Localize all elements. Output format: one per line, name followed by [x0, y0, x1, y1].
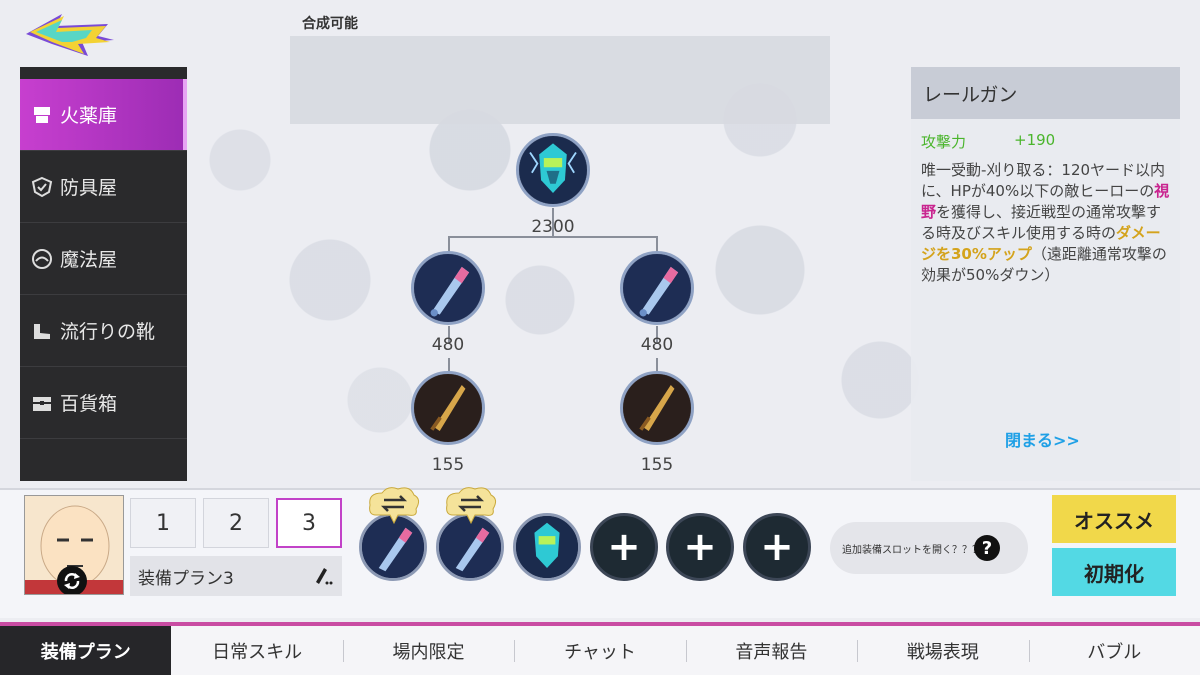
swap-icon[interactable] — [443, 485, 499, 525]
sidebar-item-armory[interactable]: 火薬庫 — [20, 79, 187, 151]
back-arrow-icon[interactable] — [22, 12, 118, 58]
armory-icon — [30, 103, 54, 127]
bat-icon[interactable] — [620, 251, 694, 325]
stat-name: 攻撃力 — [921, 133, 967, 151]
sidebar-item-magic-shop[interactable]: 魔法屋 — [20, 223, 187, 295]
sidebar-item-chest[interactable]: 百貨箱 — [20, 367, 187, 439]
item-cost: 2300 — [531, 217, 575, 237]
bat-icon[interactable] — [411, 251, 485, 325]
plus-icon: + — [607, 524, 641, 570]
sidebar-item-label: 流行りの靴 — [60, 321, 156, 343]
empty-slot[interactable]: + — [590, 513, 658, 581]
bottom-tab-bar: 装備プラン 日常スキル 場内限定 チャット 音声報告 戦場表現 バブル — [0, 622, 1200, 675]
swap-icon[interactable] — [366, 485, 422, 525]
tab-battle-expression[interactable]: 戦場表現 — [857, 626, 1028, 675]
sidebar-item-label: 魔法屋 — [60, 249, 118, 271]
tab-daily-skill[interactable]: 日常スキル — [171, 626, 342, 675]
extra-slot-text: 追加装備スロットを開く？？？？ — [842, 544, 992, 556]
help-icon[interactable]: ? — [974, 535, 1000, 561]
recommend-button[interactable]: オススメ — [1052, 495, 1176, 543]
dagger-icon[interactable] — [411, 371, 485, 445]
plus-icon: + — [760, 524, 794, 570]
tab-bubble[interactable]: バブル — [1028, 626, 1200, 675]
stat-value: +190 — [1014, 131, 1056, 149]
swap-hero-icon[interactable] — [57, 566, 87, 594]
plan-button-2[interactable]: 2 — [203, 498, 269, 548]
extra-slot-info[interactable]: 追加装備スロットを開く？？？？ ? — [830, 522, 1028, 574]
tab-voice-report[interactable]: 音声報告 — [685, 626, 857, 675]
desc-text: 唯一受動-刈り取る：120ヤード以内に、HPが40%以下の敵ヒーローの — [921, 161, 1166, 200]
reset-button[interactable]: 初期化 — [1052, 548, 1176, 596]
item-cost: 480 — [431, 335, 465, 355]
tab-chat[interactable]: チャット — [514, 626, 685, 675]
sidebar-item-armor-shop[interactable]: 防具屋 — [20, 151, 187, 223]
close-detail-link[interactable]: 閉まる>> — [1005, 427, 1080, 451]
equipped-railgun-slot[interactable] — [513, 513, 581, 581]
chest-icon — [30, 391, 54, 415]
shop-sidebar: 火薬庫 防具屋 魔法屋 流行りの靴 百貨箱 — [20, 67, 187, 481]
plus-icon: + — [683, 524, 717, 570]
compose-label: 合成可能 — [302, 16, 358, 32]
plan-name-field[interactable]: 装備プラン3 — [130, 556, 342, 596]
sidebar-item-label: 火薬庫 — [60, 105, 118, 127]
item-detail-title: レールガン — [911, 67, 1180, 119]
empty-slot[interactable]: + — [743, 513, 811, 581]
item-cost: 155 — [640, 455, 674, 475]
compose-box — [290, 36, 830, 124]
stat-row: 攻撃力 +190 — [911, 119, 1180, 152]
hero-avatar[interactable] — [24, 495, 124, 595]
edit-icon[interactable] — [312, 566, 334, 591]
item-detail-panel: レールガン 攻撃力 +190 唯一受動-刈り取る：120ヤード以内に、HPが40… — [911, 67, 1180, 481]
sidebar-item-label: 防具屋 — [60, 177, 118, 199]
plan-name: 装備プラン3 — [138, 568, 234, 589]
sidebar-item-boots[interactable]: 流行りの靴 — [20, 295, 187, 367]
empty-slot[interactable]: + — [666, 513, 734, 581]
tab-in-match[interactable]: 場内限定 — [342, 626, 514, 675]
item-cost: 155 — [431, 455, 465, 475]
plan-button-1[interactable]: 1 — [130, 498, 196, 548]
tree-connector — [448, 358, 450, 372]
item-cost: 480 — [640, 335, 674, 355]
railgun-icon[interactable] — [516, 133, 590, 207]
item-description: 唯一受動-刈り取る：120ヤード以内に、HPが40%以下の敵ヒーローの視野を獲得… — [911, 152, 1180, 294]
dagger-icon[interactable] — [620, 371, 694, 445]
tab-equipment-plan[interactable]: 装備プラン — [0, 626, 172, 675]
armor-shop-icon — [30, 175, 54, 199]
magic-shop-icon — [30, 247, 54, 271]
plan-button-3[interactable]: 3 — [276, 498, 342, 548]
boots-icon — [30, 319, 54, 343]
tree-connector — [656, 358, 658, 372]
sidebar-item-label: 百貨箱 — [60, 393, 118, 415]
